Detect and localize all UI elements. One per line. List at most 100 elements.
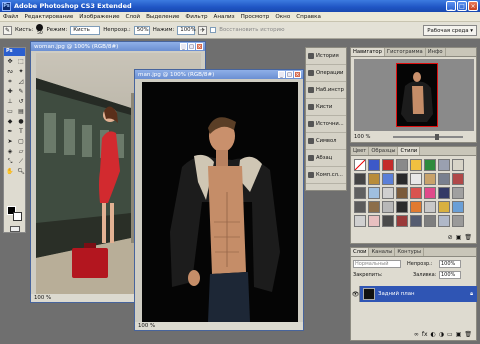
style-swatch[interactable]: [382, 159, 394, 171]
pressure-field[interactable]: 100%: [177, 25, 196, 35]
dock-history[interactable]: История: [306, 48, 346, 65]
hand-tool-icon[interactable]: ✋: [5, 167, 15, 176]
ruler-tool-icon[interactable]: ⟋: [16, 157, 26, 166]
path-select-tool-icon[interactable]: ➤: [5, 137, 15, 146]
dock-actions[interactable]: Операции: [306, 65, 346, 82]
pen-tool-icon[interactable]: ✒: [5, 127, 15, 136]
tab-paths[interactable]: Контуры: [395, 248, 425, 256]
workspace-button[interactable]: Рабочая среда ▾: [423, 25, 477, 36]
new-style-icon[interactable]: ▣: [456, 234, 462, 241]
style-swatch[interactable]: [438, 173, 450, 185]
style-swatch[interactable]: [354, 215, 366, 227]
style-swatch[interactable]: [438, 187, 450, 199]
style-swatch[interactable]: [424, 215, 436, 227]
dock-clone-source[interactable]: Источни...: [306, 116, 346, 133]
style-swatch[interactable]: [382, 215, 394, 227]
style-swatch[interactable]: [410, 173, 422, 185]
menu-file[interactable]: Файл: [0, 14, 21, 20]
style-swatch[interactable]: [396, 187, 408, 199]
dock-character[interactable]: Символ: [306, 133, 346, 150]
style-swatch[interactable]: [396, 173, 408, 185]
delete-style-icon[interactable]: 🗑︎: [464, 234, 472, 241]
dock-tool-presets[interactable]: Наб.инстр: [306, 82, 346, 99]
style-swatch[interactable]: [368, 187, 380, 199]
crop-tool-icon[interactable]: ⌗: [5, 77, 15, 86]
note-tool-icon[interactable]: ▱: [16, 147, 26, 156]
airbrush-icon[interactable]: ✈: [198, 25, 208, 35]
menu-layer[interactable]: Слой: [123, 14, 144, 20]
doc-maximize-button[interactable]: □: [286, 71, 293, 78]
magic-wand-tool-icon[interactable]: ✦: [16, 67, 26, 76]
style-swatch[interactable]: [368, 159, 380, 171]
minimize-button[interactable]: _: [446, 1, 456, 11]
link-layers-icon[interactable]: ∞: [414, 331, 419, 338]
style-swatch[interactable]: [410, 215, 422, 227]
brush-tool-icon[interactable]: ✎: [16, 87, 26, 96]
style-swatch[interactable]: [396, 159, 408, 171]
tab-styles[interactable]: Стили: [398, 147, 421, 155]
menu-image[interactable]: Изображение: [76, 14, 122, 20]
style-swatch[interactable]: [368, 173, 380, 185]
marquee-tool-icon[interactable]: ⬚: [16, 57, 26, 66]
quick-mask-icon[interactable]: [10, 226, 20, 232]
style-swatch[interactable]: [396, 215, 408, 227]
background-color-swatch[interactable]: [13, 212, 22, 221]
eraser-tool-icon[interactable]: ▭: [5, 107, 15, 116]
layer-row-background[interactable]: 👁︎ Задний план 🔒︎: [352, 286, 477, 302]
dodge-tool-icon[interactable]: ●: [16, 117, 26, 126]
tab-swatches[interactable]: Образцы: [369, 147, 399, 155]
menu-help[interactable]: Справка: [293, 14, 324, 20]
tab-histogram[interactable]: Гистограмма: [385, 48, 426, 56]
close-button[interactable]: ×: [468, 1, 478, 11]
style-swatch[interactable]: [354, 173, 366, 185]
new-layer-icon[interactable]: ▣: [456, 331, 462, 338]
style-swatch[interactable]: [424, 201, 436, 213]
brush-picker[interactable]: 50: [36, 24, 44, 36]
navigator-zoom-handle[interactable]: [435, 134, 439, 140]
maximize-button[interactable]: □: [457, 1, 467, 11]
document-window-man[interactable]: man.jpg @ 100% (RGB/8#) _ □ × 100 %: [134, 69, 304, 331]
menu-select[interactable]: Выделение: [143, 14, 182, 20]
lasso-tool-icon[interactable]: ᔓ: [5, 67, 15, 76]
menu-view[interactable]: Просмотр: [238, 14, 273, 20]
style-swatch[interactable]: [452, 159, 464, 171]
navigator-zoom-slider[interactable]: [393, 136, 463, 138]
tab-color[interactable]: Цвет: [351, 147, 370, 155]
navigator-zoom-value[interactable]: 100 %: [354, 134, 370, 140]
shape-tool-icon[interactable]: ▢: [16, 137, 26, 146]
blend-mode-select[interactable]: Нормальный: [353, 260, 401, 268]
style-swatch[interactable]: [410, 201, 422, 213]
stamp-tool-icon[interactable]: ⊥: [5, 97, 15, 106]
style-swatch[interactable]: [368, 201, 380, 213]
style-swatch[interactable]: [354, 159, 366, 171]
style-swatch[interactable]: [452, 173, 464, 185]
fill-field[interactable]: 100%: [439, 271, 461, 279]
style-swatch[interactable]: [424, 159, 436, 171]
style-swatch[interactable]: [438, 159, 450, 171]
style-swatch[interactable]: [424, 173, 436, 185]
dock-layer-comps[interactable]: Комп.сл...: [306, 167, 346, 184]
new-group-icon[interactable]: ▭: [447, 331, 453, 338]
history-brush-tool-icon[interactable]: ↺: [16, 97, 26, 106]
menu-edit[interactable]: Редактирование: [21, 14, 76, 20]
tab-channels[interactable]: Каналы: [369, 248, 396, 256]
style-swatch[interactable]: [424, 187, 436, 199]
slice-tool-icon[interactable]: ◿: [16, 77, 26, 86]
style-swatch[interactable]: [410, 159, 422, 171]
visibility-eye-icon[interactable]: 👁︎: [352, 286, 360, 302]
doc-minimize-button[interactable]: _: [278, 71, 285, 78]
layer-mask-icon[interactable]: ◐: [431, 331, 436, 338]
adjustment-layer-icon[interactable]: ◑: [439, 331, 444, 338]
opacity-field[interactable]: 50%: [133, 25, 150, 35]
navigator-view-box[interactable]: [396, 63, 438, 127]
style-swatch[interactable]: [354, 201, 366, 213]
style-swatch[interactable]: [438, 215, 450, 227]
style-swatch[interactable]: [452, 187, 464, 199]
type-tool-icon[interactable]: T: [16, 127, 26, 136]
style-swatch[interactable]: [396, 201, 408, 213]
restore-history-checkbox[interactable]: [210, 27, 217, 33]
tab-info[interactable]: Инфо: [426, 48, 446, 56]
tab-navigator[interactable]: Навигатор: [351, 48, 385, 56]
doc-minimize-button[interactable]: _: [180, 43, 187, 50]
menu-window[interactable]: Окно: [272, 14, 293, 20]
